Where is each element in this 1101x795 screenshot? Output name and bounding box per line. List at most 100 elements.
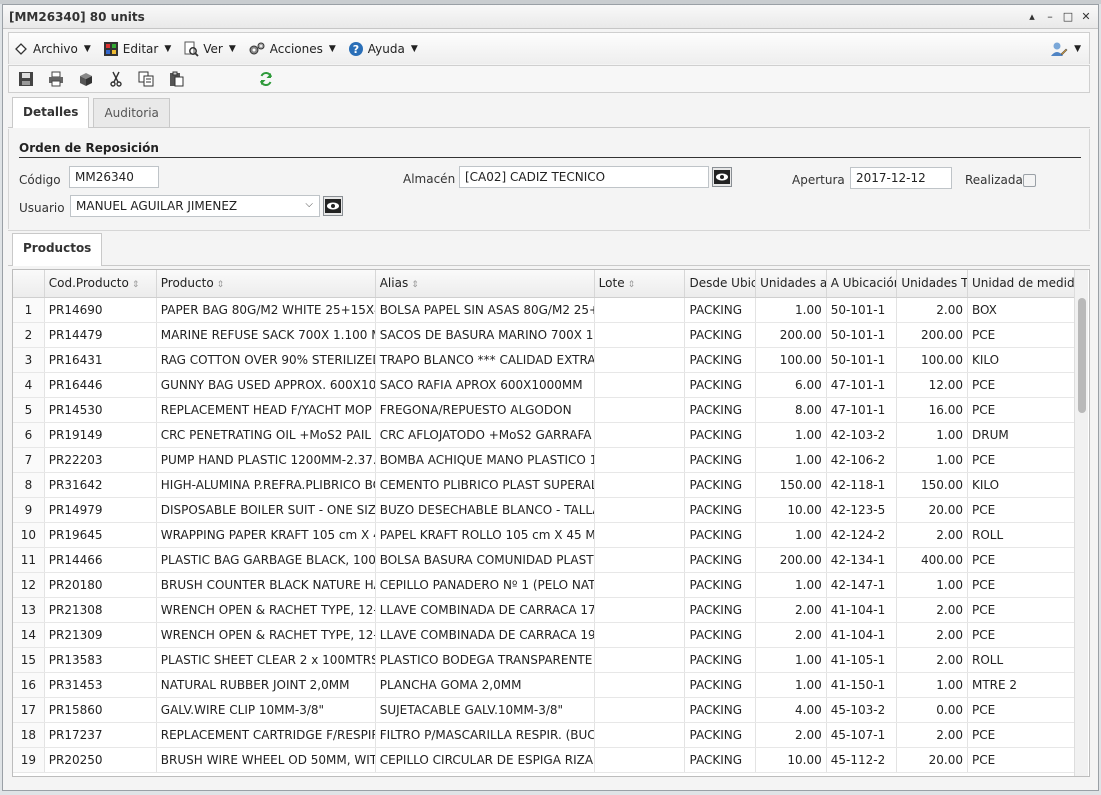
column-header-unidad-medida[interactable]: Unidad de medida [967,270,1076,298]
cell-cod-producto[interactable]: PR14466 [44,547,157,573]
tab-productos[interactable]: Productos [12,233,103,266]
cell-unidad-medida[interactable]: PCE [967,372,1076,398]
table-row[interactable]: 19 PR20250 BRUSH WIRE WHEEL OD 50MM, WITH … [13,747,1076,773]
cell-desde-ubicacion[interactable]: PACKING [684,522,757,548]
cell-unidades-a-mover[interactable]: 200.00 [755,547,827,573]
cell-producto[interactable]: RAG COTTON OVER 90% STERILIZED, W [156,347,376,373]
cell-lote[interactable] [594,547,686,573]
cell-unidades-transferidas[interactable]: 2.00 [896,522,968,548]
menu-acciones[interactable]: Acciones ▼ [248,41,336,57]
cell-alias[interactable]: FREGONA/REPUESTO ALGODON [375,397,595,423]
cell-alias[interactable]: CEPILLO CIRCULAR DE ESPIGA RIZADO [375,747,595,773]
menu-editar[interactable]: Editar ▼ [103,41,171,57]
cell-unidades-a-mover[interactable]: 6.00 [755,372,827,398]
cell-desde-ubicacion[interactable]: PACKING [684,722,757,748]
table-row[interactable]: 18 PR17237 REPLACEMENT CARTRIDGE F/RESPIRA… [13,722,1076,748]
paste-button[interactable] [165,68,187,90]
cell-lote[interactable] [594,622,686,648]
cell-row-number[interactable]: 8 [13,472,45,498]
cell-unidades-a-mover[interactable]: 150.00 [755,472,827,498]
tab-auditoria[interactable]: Auditoria [93,98,170,127]
minimize-icon[interactable]: – [1044,10,1056,23]
table-row[interactable]: 7PR22203PUMP HAND PLASTIC 1200MM-2.37.10… [13,447,1076,473]
cell-unidades-transferidas[interactable]: 0.00 [896,697,968,723]
cell-cod-producto[interactable]: PR14479 [44,322,157,348]
cell-row-number[interactable]: 1 [13,297,45,323]
table-row[interactable]: 3PR16431RAG COTTON OVER 90% STERILIZED, … [13,347,1076,373]
cell-producto[interactable]: REPLACEMENT CARTRIDGE F/RESPIRAT [156,722,376,748]
scrollbar-thumb[interactable] [1078,298,1086,413]
realizada-checkbox[interactable] [1023,174,1036,187]
menu-archivo[interactable]: Archivo ▼ [13,41,91,57]
cell-producto[interactable]: BRUSH WIRE WHEEL OD 50MM, WITH C [156,747,376,773]
cell-a-ubicacion[interactable]: 50-101-1 [826,297,898,323]
table-row[interactable]: 5 PR14530 REPLACEMENT HEAD F/YACHT MOP FREG… [13,397,1076,423]
cell-cod-producto[interactable]: PR19149 [44,422,157,448]
cell-row-number[interactable]: 19 [13,747,45,773]
cell-desde-ubicacion[interactable]: PACKING [684,572,757,598]
cell-unidades-transferidas[interactable]: 1.00 [896,572,968,598]
table-row[interactable]: 9 PR14979 DISPOSABLE BOILER SUIT - ONE SIZ… [13,497,1076,523]
cell-row-number[interactable]: 14 [13,622,45,648]
cell-row-number[interactable]: 13 [13,597,45,623]
cell-cod-producto[interactable]: PR21309 [44,622,157,648]
cell-lote[interactable] [594,697,686,723]
cell-unidades-transferidas[interactable]: 2.00 [896,722,968,748]
cell-row-number[interactable]: 4 [13,372,45,398]
cell-desde-ubicacion[interactable]: PACKING [684,497,757,523]
cell-unidades-a-mover[interactable]: 8.00 [755,397,827,423]
column-header-producto[interactable]: Producto ⇕ [156,270,376,298]
cell-producto[interactable]: PAPER BAG 80G/M2 WHITE 25+15X43,5 [156,297,376,323]
cell-cod-producto[interactable]: PR20250 [44,747,157,773]
maximize-icon[interactable]: □ [1062,10,1074,23]
table-row[interactable]: 11 PR14466 PLASTIC BAG GARBAGE BLACK, 100x… [13,547,1076,573]
cell-lote[interactable] [594,497,686,523]
cell-unidad-medida[interactable]: BOX [967,297,1076,323]
cell-row-number[interactable]: 7 [13,447,45,473]
cell-unidades-transferidas[interactable]: 12.00 [896,372,968,398]
cell-a-ubicacion[interactable]: 41-105-1 [826,647,898,673]
cell-unidad-medida[interactable]: ROLL [967,647,1076,673]
table-row[interactable]: 8 PR31642 HIGH-ALUMINA P.REFRA.PLIBRICO BO… [13,472,1076,498]
cell-lote[interactable] [594,372,686,398]
cell-lote[interactable] [594,297,686,323]
cell-alias[interactable]: CEPILLO PANADERO Nº 1 (PELO NATUR [375,572,595,598]
cell-alias[interactable]: CEMENTO PLIBRICO PLAST SUPERAL X [375,472,595,498]
cell-row-number[interactable]: 10 [13,522,45,548]
apertura-field[interactable]: 2017-12-12 [850,167,952,189]
cell-unidades-a-mover[interactable]: 200.00 [755,322,827,348]
collapse-icon[interactable]: ▴ [1026,10,1038,23]
cell-desde-ubicacion[interactable]: PACKING [684,422,757,448]
menu-ayuda[interactable]: ? Ayuda ▼ [348,41,418,57]
cell-desde-ubicacion[interactable]: PACKING [684,622,757,648]
cell-unidades-transferidas[interactable]: 2.00 [896,297,968,323]
cell-lote[interactable] [594,322,686,348]
table-row[interactable]: 14 PR21309 WRENCH OPEN & RACHET TYPE, 12-P… [13,622,1076,648]
cell-cod-producto[interactable]: PR17237 [44,722,157,748]
cell-unidades-transferidas[interactable]: 2.00 [896,647,968,673]
cell-unidades-a-mover[interactable]: 1.00 [755,647,827,673]
cell-a-ubicacion[interactable]: 41-150-1 [826,672,898,698]
cell-unidades-a-mover[interactable]: 1.00 [755,447,827,473]
table-row[interactable]: 16 PR31453 NATURAL RUBBER JOINT 2,0MM PLANC… [13,672,1076,698]
cell-alias[interactable]: LLAVE COMBINADA DE CARRACA 17MM [375,597,595,623]
cell-unidad-medida[interactable]: KILO [967,472,1076,498]
cell-desde-ubicacion[interactable]: PACKING [684,297,757,323]
table-row[interactable]: 12 PR20180 BRUSH COUNTER BLACK NATURE HAIR… [13,572,1076,598]
cell-desde-ubicacion[interactable]: PACKING [684,647,757,673]
sort-icon[interactable]: ⇕ [628,280,636,290]
cell-unidades-a-mover[interactable]: 1.00 [755,422,827,448]
cell-unidad-medida[interactable]: PCE [967,322,1076,348]
cell-lote[interactable] [594,597,686,623]
cell-cod-producto[interactable]: PR14690 [44,297,157,323]
cell-unidad-medida[interactable]: PCE [967,572,1076,598]
cell-lote[interactable] [594,397,686,423]
cell-producto[interactable]: WRENCH OPEN & RACHET TYPE, 12-PO [156,597,376,623]
cell-producto[interactable]: GUNNY BAG USED APPROX. 600X1000 M [156,372,376,398]
column-header-row-number[interactable] [13,270,45,298]
cell-lote[interactable] [594,722,686,748]
cell-cod-producto[interactable]: PR31642 [44,472,157,498]
almacen-field[interactable]: [CA02] CADIZ TECNICO [459,166,709,188]
close-icon[interactable]: ✕ [1080,10,1092,23]
cell-unidad-medida[interactable]: PCE [967,397,1076,423]
